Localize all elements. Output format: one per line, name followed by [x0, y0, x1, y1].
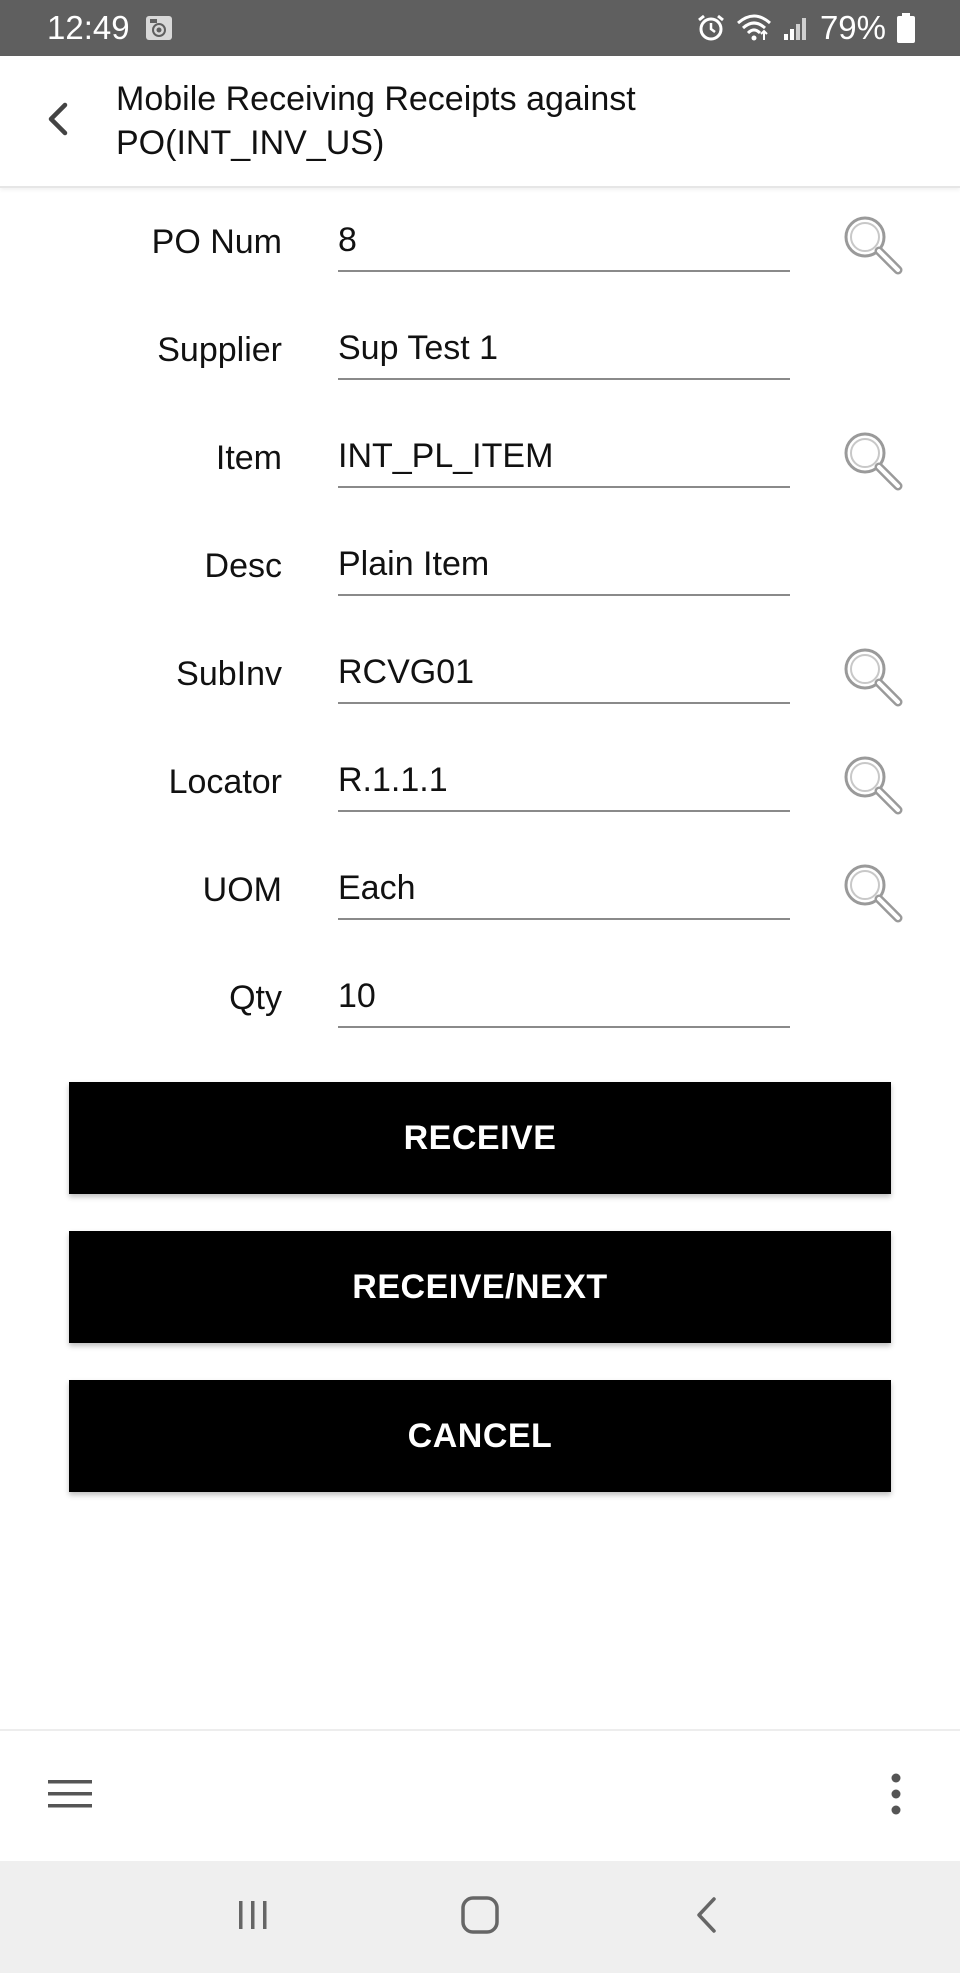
signal-icon — [782, 14, 810, 42]
uom-lookup-button[interactable] — [838, 860, 906, 928]
po-num-input[interactable] — [338, 216, 790, 272]
subinv-input[interactable] — [338, 648, 790, 704]
chevron-left-icon — [43, 99, 73, 144]
search-icon — [840, 428, 904, 497]
system-back-button[interactable] — [667, 1877, 747, 1957]
search-icon — [840, 644, 904, 713]
alarm-icon — [696, 13, 726, 43]
more-options-button[interactable] — [868, 1768, 924, 1824]
item-lookup-button[interactable] — [838, 428, 906, 496]
uom-label: UOM — [202, 870, 282, 909]
cancel-button[interactable]: CANCEL — [69, 1380, 891, 1492]
po-num-label: PO Num — [151, 222, 282, 261]
app-header: Mobile Receiving Receipts against PO(INT… — [0, 56, 960, 188]
form-row-po-num: PO Num — [0, 188, 960, 296]
receive-next-button[interactable]: RECEIVE/NEXT — [69, 1231, 891, 1343]
form-row-item: Item — [0, 404, 960, 512]
page-title: Mobile Receiving Receipts against PO(INT… — [116, 80, 636, 162]
search-icon — [840, 212, 904, 281]
more-vertical-icon — [890, 1772, 902, 1821]
qty-label: Qty — [229, 978, 282, 1017]
wifi-icon — [736, 13, 772, 43]
hamburger-menu-icon — [47, 1776, 93, 1817]
form-row-supplier: Supplier — [0, 296, 960, 404]
locator-label: Locator — [168, 762, 282, 801]
back-icon — [689, 1893, 725, 1942]
search-icon — [840, 860, 904, 929]
item-label: Item — [215, 438, 282, 477]
status-right: 79% — [696, 9, 916, 47]
supplier-input[interactable] — [338, 324, 790, 380]
back-button[interactable] — [0, 55, 116, 187]
recent-apps-button[interactable] — [213, 1877, 293, 1957]
menu-button[interactable] — [42, 1768, 98, 1824]
subinv-lookup-button[interactable] — [838, 644, 906, 712]
battery-percentage: 79% — [819, 9, 886, 46]
status-bar: 12:49 79% — [0, 0, 960, 56]
supplier-label: Supplier — [157, 330, 282, 369]
home-button[interactable] — [440, 1877, 520, 1957]
desc-label: Desc — [204, 546, 282, 585]
form-row-desc: Desc — [0, 512, 960, 620]
search-icon — [840, 752, 904, 821]
status-time: 12:49 — [47, 9, 130, 46]
locator-lookup-button[interactable] — [838, 752, 906, 820]
subinv-label: SubInv — [176, 654, 282, 693]
bottom-toolbar — [0, 1729, 960, 1861]
po-num-lookup-button[interactable] — [838, 212, 906, 280]
system-nav-bar — [0, 1861, 960, 1973]
desc-input[interactable] — [338, 540, 790, 596]
uom-input[interactable] — [338, 864, 790, 920]
item-input[interactable] — [338, 432, 790, 488]
form-row-uom: UOM — [0, 836, 960, 944]
recent-apps-icon — [233, 1895, 273, 1940]
form-row-locator: Locator — [0, 728, 960, 836]
qty-input[interactable] — [338, 972, 790, 1028]
gallery-icon — [144, 13, 174, 43]
status-left: 12:49 — [47, 9, 174, 47]
home-icon — [458, 1893, 502, 1942]
receive-button[interactable]: RECEIVE — [69, 1082, 891, 1194]
battery-icon — [896, 12, 916, 44]
form-row-subinv: SubInv — [0, 620, 960, 728]
locator-input[interactable] — [338, 756, 790, 812]
form-row-qty: Qty — [0, 944, 960, 1052]
